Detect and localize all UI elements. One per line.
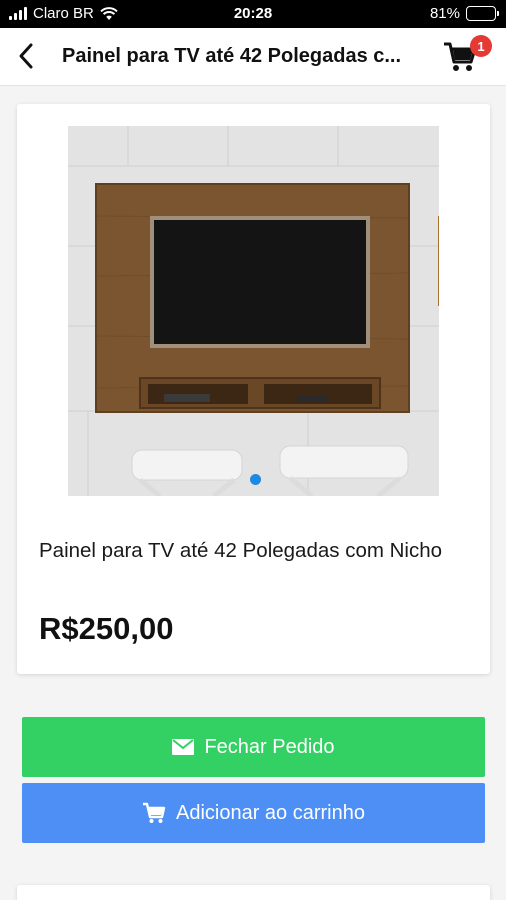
battery-icon [466,6,499,21]
product-price: R$250,00 [39,611,174,646]
add-to-cart-button[interactable]: Adicionar ao carrinho [22,783,485,843]
checkout-label: Fechar Pedido [204,735,335,758]
cart-button[interactable]: 1 [442,35,492,78]
chevron-left-icon [19,43,33,69]
envelope-icon [172,739,195,755]
status-bar: Claro BR 20:28 81% [0,0,506,28]
next-section-card [17,885,490,900]
back-button[interactable] [6,36,46,76]
checkout-button[interactable]: Fechar Pedido [22,717,485,777]
product-image[interactable] [68,126,439,496]
app-header: Painel para TV até 42 Polegadas c... 1 [0,28,506,86]
shopping-cart-icon [143,802,166,823]
battery-percent: 81% [429,5,460,22]
tv-panel-illustration [68,126,439,496]
page-title: Painel para TV até 42 Polegadas c... [62,45,402,67]
status-right: 81% [429,5,499,22]
add-to-cart-label: Adicionar ao carrinho [176,801,365,824]
product-card: Painel para TV até 42 Polegadas com Nich… [17,104,490,674]
cart-count-badge: 1 [470,35,492,57]
carousel-dot-active[interactable] [250,474,261,485]
product-name: Painel para TV até 42 Polegadas com Nich… [39,539,443,562]
